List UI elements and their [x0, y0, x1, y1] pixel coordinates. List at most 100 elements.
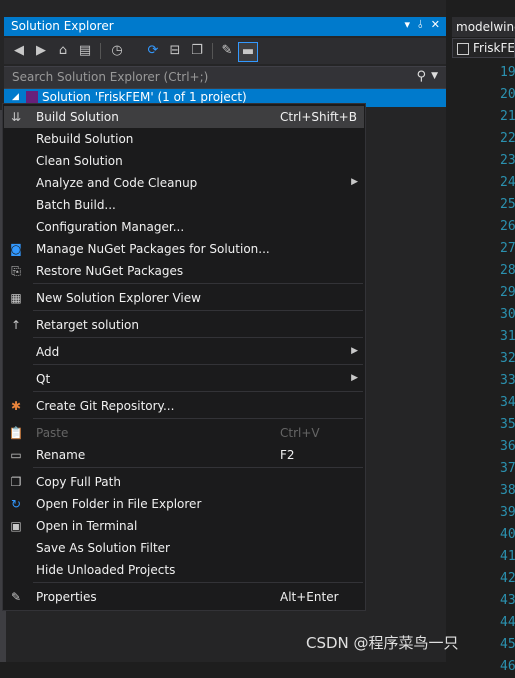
close-icon[interactable]: ✕ — [431, 18, 440, 32]
expand-caret-icon[interactable]: ◢ — [12, 92, 19, 102]
line-number: 32 — [500, 351, 515, 366]
line-number: 34 — [500, 395, 515, 410]
solution-item-label: Solution 'FriskFEM' (1 of 1 project) — [42, 90, 247, 104]
menu-separator — [33, 467, 363, 468]
show-all-files-icon[interactable]: ❐ — [188, 42, 206, 60]
search-icon[interactable]: ⚲ — [416, 69, 426, 84]
line-number: 36 — [500, 439, 515, 454]
menu-item-label: New Solution Explorer View — [36, 291, 201, 305]
menu-item-analyze-and-code-cleanup[interactable]: Analyze and Code Cleanup ▶ — [4, 172, 364, 194]
pin-icon[interactable]: ⫰ — [418, 18, 423, 32]
line-number: 40 — [500, 527, 515, 542]
line-number: 25 — [500, 197, 515, 212]
nuget-icon: ◙ — [10, 242, 22, 256]
line-number: 27 — [500, 241, 515, 256]
menu-item-label: Create Git Repository... — [36, 399, 175, 413]
line-number: 19 — [500, 65, 515, 80]
menu-item-rename[interactable]: ▭ Rename F2 — [4, 444, 364, 466]
menu-item-label: Configuration Manager... — [36, 220, 185, 234]
menu-item-shortcut: Ctrl+Shift+B — [280, 110, 357, 124]
watermark: CSDN @程序菜鸟一只 — [306, 634, 459, 652]
menu-item-create-git-repository[interactable]: ✱ Create Git Repository... — [4, 395, 364, 417]
paste-icon: 📋 — [8, 426, 24, 440]
line-number-gutter: 19 20 21 22 23 24 25 26 27 28 29 30 31 32 33 34 35 36 37 38… — [500, 62, 515, 678]
menu-item-label: Clean Solution — [36, 154, 123, 168]
menu-item-shortcut: Alt+Enter — [280, 590, 339, 604]
build-icon: ⇊ — [10, 110, 22, 124]
menu-item-copy-full-path[interactable]: ❐ Copy Full Path — [4, 471, 364, 493]
menu-item-paste[interactable]: 📋 Paste Ctrl+V — [4, 422, 364, 444]
menu-separator — [33, 391, 363, 392]
line-number: 26 — [500, 219, 515, 234]
menu-item-hide-unloaded-projects[interactable]: Hide Unloaded Projects — [4, 559, 364, 581]
line-number: 31 — [500, 329, 515, 344]
code-editor: modelwindow FriskFEM 19 20 21 22 23 24 25 26 27 2… — [452, 0, 515, 674]
collapse-all-icon[interactable]: ⊟ — [166, 42, 184, 60]
line-number: 38 — [500, 483, 515, 498]
menu-item-label: Add — [36, 345, 60, 359]
toolbar-separator — [100, 43, 101, 59]
menu-item-retarget-solution[interactable]: ↑ Retarget solution — [4, 314, 364, 336]
submenu-arrow-icon: ▶ — [351, 373, 358, 383]
menu-item-build-solution[interactable]: ⇊ Build Solution Ctrl+Shift+B — [4, 106, 364, 128]
line-number: 24 — [500, 175, 515, 190]
menu-item-rebuild-solution[interactable]: Rebuild Solution — [4, 128, 364, 150]
search-input[interactable]: Search Solution Explorer (Ctrl+;) — [12, 70, 208, 84]
line-number: 35 — [500, 417, 515, 432]
solution-explorer-titlebar: Solution Explorer ▾ ⫰ ✕ — [4, 17, 446, 36]
context-menu: ⇊ Build Solution Ctrl+Shift+B Rebuild Solut… — [2, 103, 366, 611]
menu-item-label: Hide Unloaded Projects — [36, 563, 176, 577]
menu-item-configuration-manager[interactable]: Configuration Manager... — [4, 216, 364, 238]
menu-item-properties[interactable]: ✎ Properties Alt+Enter — [4, 586, 364, 608]
toolbar-separator — [212, 43, 213, 59]
line-number: 44 — [500, 615, 515, 630]
menu-item-shortcut: F2 — [280, 448, 295, 462]
menu-item-label: Copy Full Path — [36, 475, 121, 489]
preview-selected-items-icon[interactable]: ▬ — [238, 42, 258, 62]
menu-item-save-as-solution-filter[interactable]: Save As Solution Filter — [4, 537, 364, 559]
editor-navigation-bar[interactable]: FriskFEM — [452, 38, 515, 58]
line-number: 22 — [500, 131, 515, 146]
menu-separator — [33, 283, 363, 284]
menu-item-clean-solution[interactable]: Clean Solution — [4, 150, 364, 172]
solution-explorer-search[interactable]: Search Solution Explorer (Ctrl+;) ⚲ ▼ — [4, 66, 446, 89]
nav-project-label: FriskFEM — [473, 41, 515, 55]
git-icon: ✱ — [10, 399, 22, 413]
chevron-down-icon[interactable]: ▼ — [431, 71, 438, 81]
line-number: 30 — [500, 307, 515, 322]
menu-item-label: Restore NuGet Packages — [36, 264, 184, 278]
editor-tab[interactable]: modelwindow — [452, 17, 515, 37]
forward-icon[interactable]: ▶ — [32, 42, 50, 60]
switch-views-icon[interactable]: ▤ — [76, 42, 94, 60]
menu-item-new-solution-explorer-view[interactable]: ▦ New Solution Explorer View — [4, 287, 364, 309]
window-position-dropdown-icon[interactable]: ▾ — [404, 18, 410, 32]
pending-changes-filter-icon[interactable]: ◷ — [108, 42, 126, 60]
line-number: 37 — [500, 461, 515, 476]
line-number: 23 — [500, 153, 515, 168]
menu-item-label: Properties — [36, 590, 97, 604]
menu-item-label: Open Folder in File Explorer — [36, 497, 202, 511]
menu-item-label: Rename — [36, 448, 86, 462]
properties-wrench-icon[interactable]: ✎ — [218, 42, 236, 60]
menu-item-label: Batch Build... — [36, 198, 116, 212]
menu-item-qt[interactable]: Qt ▶ — [4, 368, 364, 390]
submenu-arrow-icon: ▶ — [351, 177, 358, 187]
menu-item-add[interactable]: Add ▶ — [4, 341, 364, 363]
sync-icon[interactable]: ⟳ — [144, 42, 162, 60]
menu-item-open-folder-in-file-explorer[interactable]: ↻ Open Folder in File Explorer — [4, 493, 364, 515]
menu-item-label: Paste — [36, 426, 69, 440]
back-icon[interactable]: ◀ — [10, 42, 28, 60]
restore-icon: ⎘ — [11, 264, 21, 278]
line-number: 21 — [500, 109, 515, 124]
rename-icon: ▭ — [10, 448, 22, 462]
home-icon[interactable]: ⌂ — [54, 42, 72, 60]
menu-item-label: Build Solution — [36, 110, 119, 124]
line-number: 46 — [500, 659, 515, 674]
submenu-arrow-icon: ▶ — [351, 346, 358, 356]
menu-separator — [33, 582, 363, 583]
menu-item-label: Open in Terminal — [36, 519, 138, 533]
menu-item-restore-nuget-packages[interactable]: ⎘ Restore NuGet Packages — [4, 260, 364, 282]
menu-item-manage-nuget-packages-for-solution[interactable]: ◙ Manage NuGet Packages for Solution... — [4, 238, 364, 260]
menu-item-open-in-terminal[interactable]: ▣ Open in Terminal — [4, 515, 364, 537]
menu-item-batch-build[interactable]: Batch Build... — [4, 194, 364, 216]
